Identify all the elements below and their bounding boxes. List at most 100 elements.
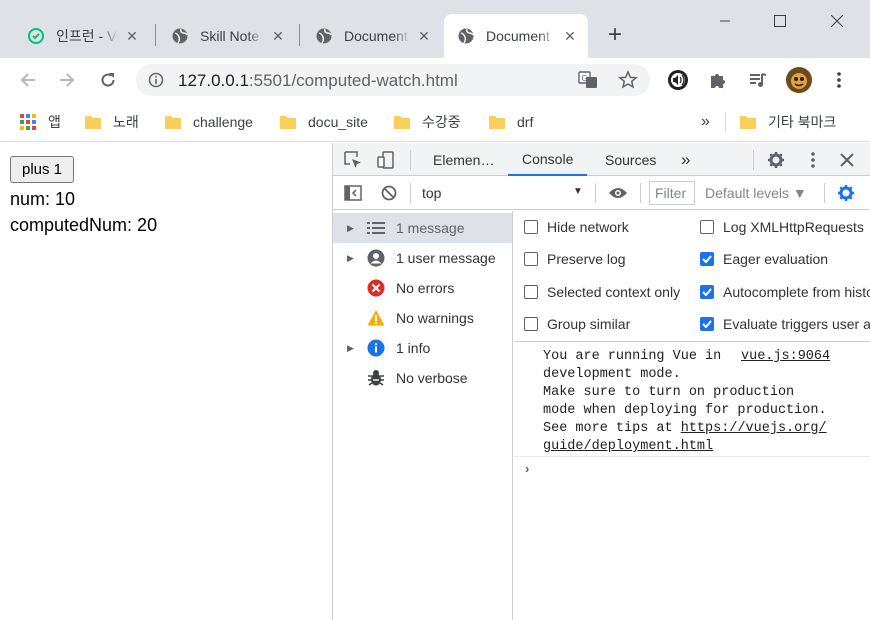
message-source-link[interactable]: vue.js:9064 (741, 348, 830, 366)
tab-skill-note[interactable]: Skill Note ✕ (158, 14, 296, 58)
sidebar-item-verbose[interactable]: No verbose (333, 363, 512, 393)
close-devtools-icon[interactable] (837, 150, 857, 170)
filter-input[interactable]: Filter (649, 181, 695, 205)
info-icon[interactable] (148, 72, 164, 88)
more-vert-icon[interactable] (803, 150, 823, 170)
close-icon[interactable]: ✕ (270, 28, 286, 44)
docs-link[interactable]: https://vuejs.org/ (681, 421, 827, 436)
bookmark-apps[interactable]: 앱 (20, 110, 61, 134)
menu-button[interactable] (825, 66, 853, 94)
translate-icon[interactable]: G (578, 70, 598, 90)
folder-icon (489, 116, 505, 129)
bookmark-label: 기타 북마크 (768, 114, 837, 130)
sidebar-label: 1 message (396, 220, 465, 236)
checkbox[interactable] (524, 317, 538, 331)
bookmark-folder[interactable]: 노래 (85, 110, 139, 134)
group-similar-option[interactable]: Group similar (524, 314, 630, 334)
sidebar-item-user-messages[interactable]: ▶ 1 user message (333, 243, 512, 273)
more-tabs-button[interactable]: » (681, 143, 690, 176)
back-button[interactable] (14, 66, 42, 94)
chevron-down-icon[interactable]: ▼ (573, 186, 583, 197)
console-output: You are running Vue in development mode.… (514, 343, 870, 620)
close-icon[interactable]: ✕ (124, 28, 140, 44)
close-icon[interactable]: ✕ (416, 28, 432, 44)
new-tab-button[interactable]: + (603, 23, 627, 48)
checkbox-checked[interactable] (700, 252, 714, 266)
tab-document-1[interactable]: Document ✕ (302, 14, 442, 58)
console-prompt[interactable]: › (525, 461, 529, 476)
minimize-button[interactable] (700, 0, 750, 42)
selected-context-option[interactable]: Selected context only (524, 282, 680, 302)
globe-icon (172, 28, 188, 44)
tab-elements[interactable]: Elemen… (433, 143, 494, 176)
sidebar-item-info[interactable]: ▶ 1 info (333, 333, 512, 363)
profile-button[interactable] (785, 66, 813, 94)
checkbox-checked[interactable] (700, 285, 714, 299)
checkbox[interactable] (700, 220, 714, 234)
bookmark-folder[interactable]: docu_site (280, 110, 368, 134)
bookmarks-overflow-button[interactable]: » (701, 110, 710, 134)
bookmark-folder[interactable]: drf (489, 110, 533, 134)
plus-one-button[interactable]: plus 1 (10, 156, 74, 183)
globe-icon (458, 28, 474, 44)
sidebar-item-warnings[interactable]: No warnings (333, 303, 512, 333)
caret-right-icon[interactable]: ▶ (347, 223, 354, 234)
forward-button[interactable] (53, 66, 81, 94)
tab-console[interactable]: Console (508, 143, 588, 176)
console-settings-gear-icon[interactable] (836, 184, 856, 202)
checkbox[interactable] (524, 285, 538, 299)
eager-evaluation-option[interactable]: Eager evaluation (700, 249, 828, 269)
checkbox[interactable] (524, 220, 538, 234)
gear-icon[interactable] (766, 150, 786, 170)
log-xhr-option[interactable]: Log XMLHttpRequests (700, 217, 864, 237)
log-levels-dropdown[interactable]: Default levels ▼ (705, 185, 807, 201)
hide-network-option[interactable]: Hide network (524, 217, 629, 237)
evaluate-triggers-option[interactable]: Evaluate triggers user activation (700, 314, 870, 334)
caret-right-icon[interactable]: ▶ (347, 253, 354, 264)
url-path: :5501/computed-watch.html (248, 71, 458, 90)
checkbox[interactable] (524, 252, 538, 266)
tab-inflearn[interactable]: 인프런 - Vue.js ✕ (14, 14, 150, 58)
sidebar-label: 1 info (396, 340, 431, 356)
option-label: Log XMLHttpRequests (723, 219, 864, 235)
browser-window: 인프런 - Vue.js ✕ Skill Note ✕ Document ✕ D… (0, 0, 870, 620)
address-bar[interactable]: 127.0.0.1:5501/computed-watch.html G (136, 64, 650, 96)
preserve-log-option[interactable]: Preserve log (524, 249, 626, 269)
media-extension-button[interactable] (664, 66, 692, 94)
reload-button[interactable] (94, 66, 122, 94)
bookmark-folder[interactable]: 수강중 (394, 110, 461, 134)
media-queue-button[interactable] (744, 66, 772, 94)
bookmark-star-icon[interactable] (618, 70, 638, 90)
maximize-button[interactable] (755, 0, 805, 42)
computed-num-text: computedNum: 20 (10, 215, 158, 235)
user-icon (367, 249, 385, 267)
tab-title: Document (344, 28, 408, 44)
folder-icon (165, 116, 181, 129)
tab-document-active[interactable]: Document ✕ (444, 14, 588, 58)
checkbox-checked[interactable] (700, 317, 714, 331)
bookmark-other[interactable]: 기타 북마크 (740, 110, 836, 134)
sidebar-item-messages[interactable]: ▶ 1 message (333, 213, 512, 243)
device-toolbar-icon[interactable] (376, 150, 396, 170)
sidebar-toggle-icon[interactable] (343, 184, 363, 202)
extensions-button[interactable] (704, 66, 732, 94)
autocomplete-history-option[interactable]: Autocomplete from history (700, 282, 870, 302)
docs-link[interactable]: guide/deployment.html (543, 439, 713, 454)
avatar (786, 67, 812, 93)
tab-separator (155, 24, 156, 46)
sidebar-label: No warnings (396, 310, 474, 326)
sidebar-item-errors[interactable]: No errors (333, 273, 512, 303)
context-selector[interactable]: top (422, 185, 441, 201)
caret-right-icon[interactable]: ▶ (347, 343, 354, 354)
tab-separator (299, 24, 300, 46)
clear-console-icon[interactable] (379, 184, 399, 202)
bookmark-separator (725, 112, 726, 132)
window-close-button[interactable] (812, 0, 862, 42)
inflearn-icon (28, 28, 44, 44)
bookmark-label: 노래 (113, 114, 139, 130)
bookmark-folder[interactable]: challenge (165, 110, 253, 134)
close-icon[interactable]: ✕ (562, 28, 578, 44)
eye-icon[interactable] (606, 184, 630, 202)
tab-sources[interactable]: Sources (605, 143, 656, 176)
inspect-element-icon[interactable] (343, 150, 363, 170)
